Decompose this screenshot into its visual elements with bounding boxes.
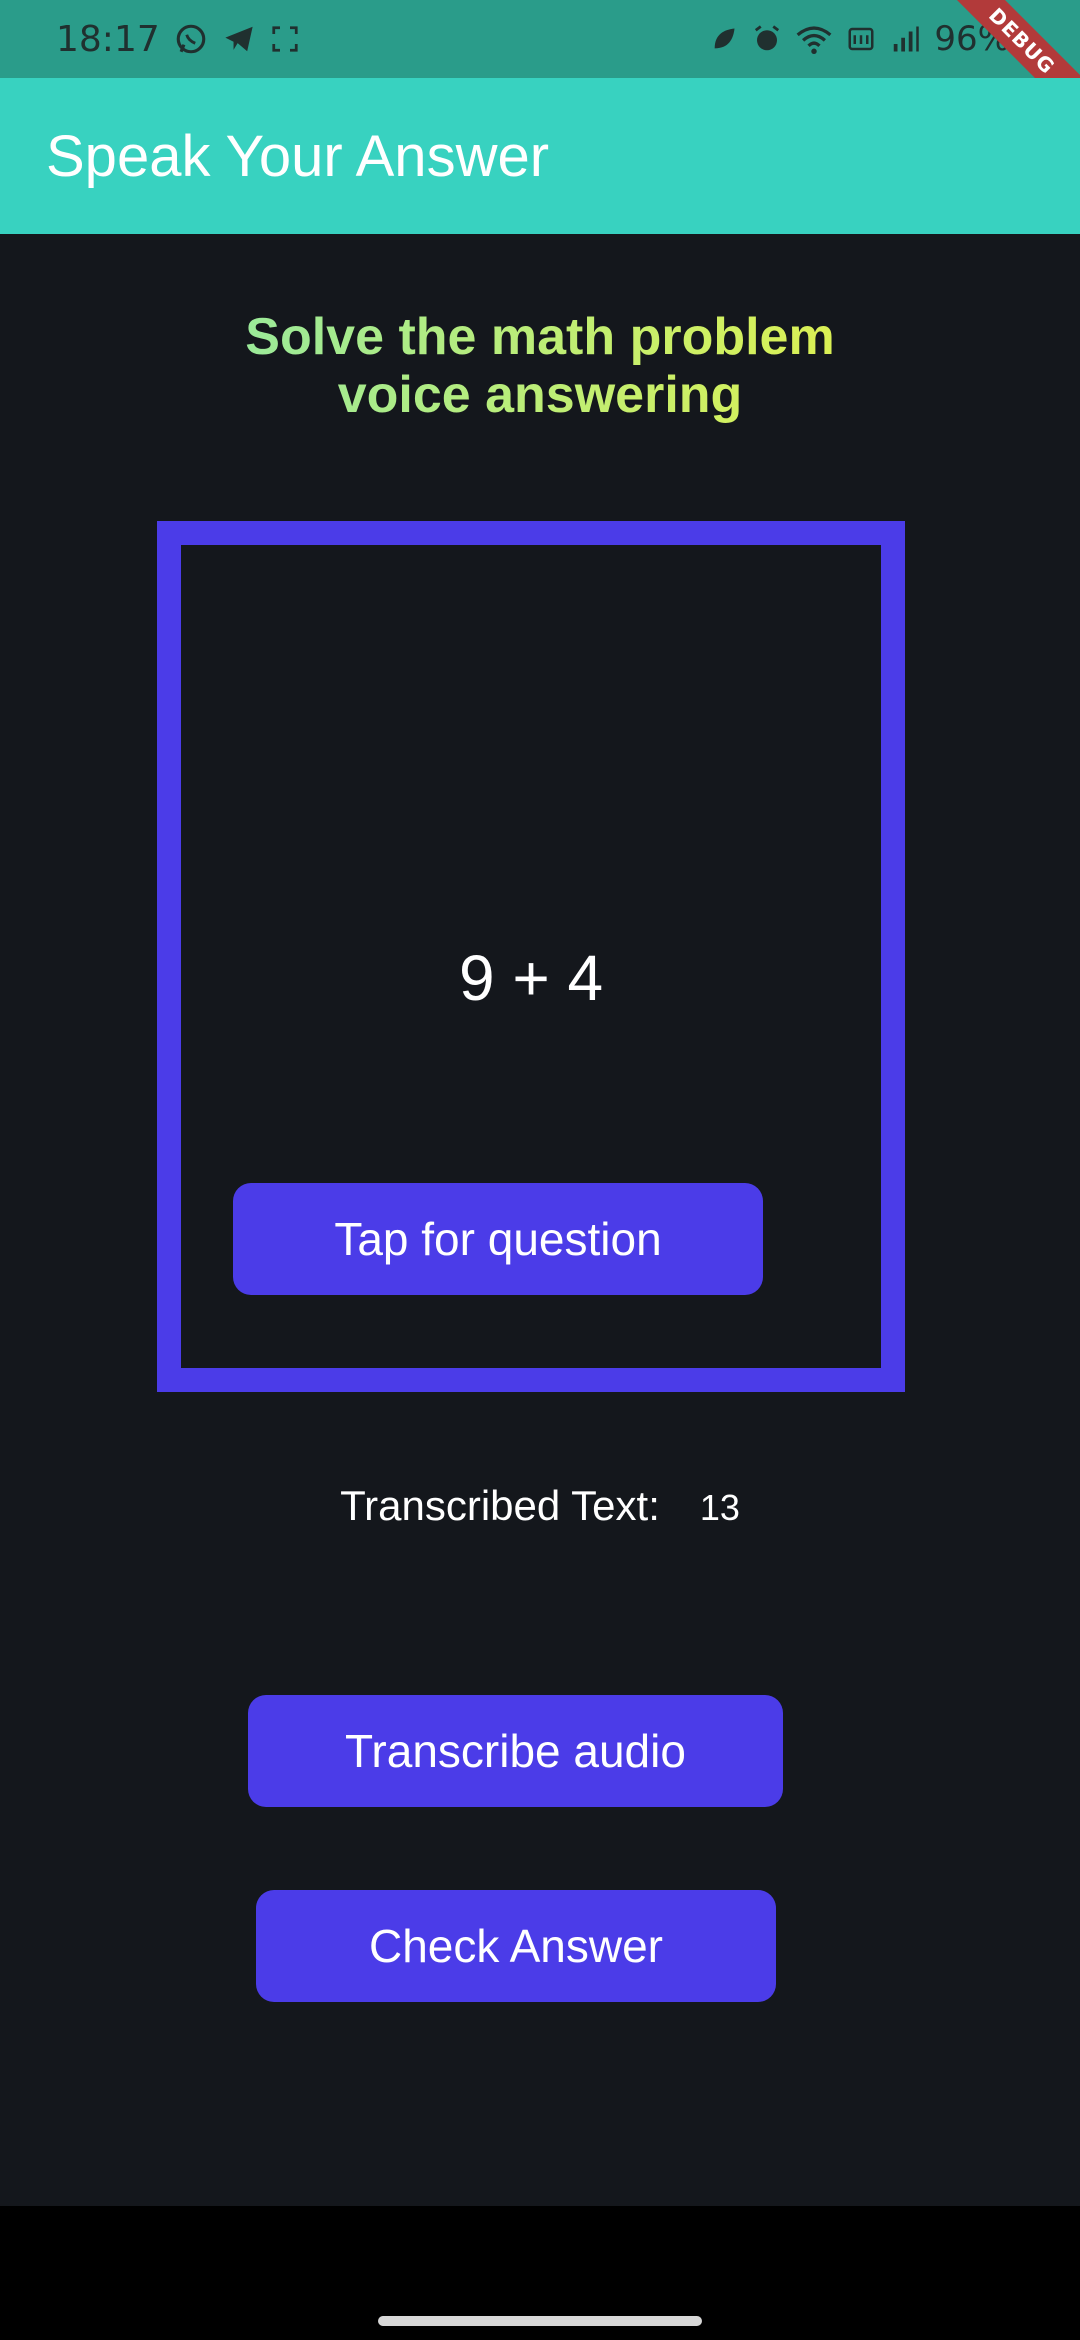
- app-title: Speak Your Answer: [46, 123, 550, 189]
- transcribed-text-row: Transcribed Text: 13: [0, 1482, 1080, 1530]
- transcribe-audio-button[interactable]: Transcribe audio: [248, 1695, 783, 1807]
- home-indicator[interactable]: [378, 2316, 702, 2326]
- transcribed-text-label: Transcribed Text:: [340, 1482, 660, 1529]
- instruction-headline: Solve the math problem voice answering: [0, 308, 1080, 424]
- tap-for-question-button[interactable]: Tap for question: [233, 1183, 763, 1295]
- math-problem: 9 + 4: [458, 942, 604, 1014]
- status-time: 18:17: [56, 18, 160, 60]
- telegram-icon: [222, 24, 256, 54]
- wifi-icon: [796, 24, 832, 54]
- check-answer-button[interactable]: Check Answer: [256, 1890, 776, 2002]
- screenshot-icon: [270, 24, 300, 54]
- leaf-icon: [710, 25, 738, 53]
- status-bar: 18:17 96% DEBUG: [0, 0, 1080, 78]
- headline-line-2: voice answering: [0, 366, 1080, 424]
- alarm-icon: [752, 24, 782, 54]
- app-bar: Speak Your Answer: [0, 78, 1080, 234]
- status-bar-left: 18:17: [56, 19, 300, 60]
- whatsapp-icon: [174, 22, 208, 56]
- transcribed-text-value: 13: [699, 1487, 740, 1528]
- headline-line-1: Solve the math problem: [0, 308, 1080, 366]
- volte-icon: [846, 24, 876, 54]
- signal-icon: [890, 24, 920, 54]
